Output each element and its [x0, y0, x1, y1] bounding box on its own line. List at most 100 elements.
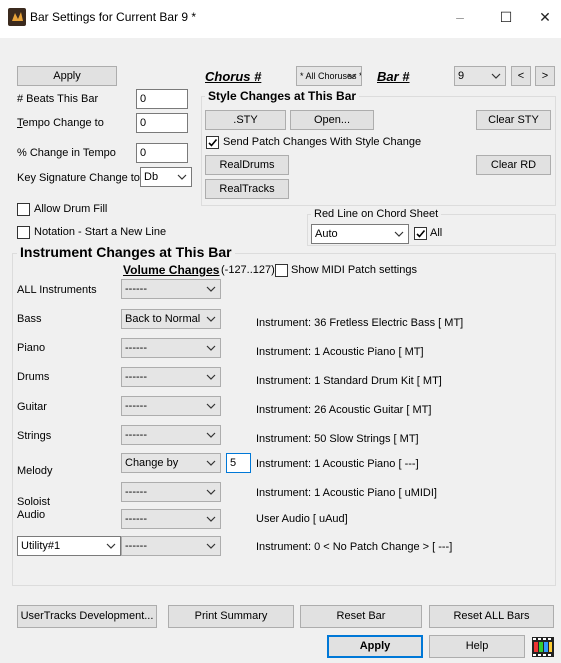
film-strip-icon[interactable]: [532, 637, 554, 657]
tempo-input[interactable]: 0: [136, 113, 188, 133]
chevron-down-icon: [206, 368, 216, 386]
key-signature-select[interactable]: Db: [140, 167, 192, 187]
allow-drum-fill-checkbox[interactable]: [17, 203, 30, 216]
tempo-label-text: empo Change to: [22, 117, 104, 129]
volume-value: ------: [125, 371, 147, 383]
beats-input[interactable]: 0: [136, 89, 188, 109]
realdrums-button[interactable]: RealDrums: [205, 155, 289, 175]
realtracks-button[interactable]: RealTracks: [205, 179, 289, 199]
chorus-label: Chorus #: [205, 69, 262, 84]
instrument-name: Melody: [17, 465, 53, 477]
chevron-down-icon: [394, 225, 404, 243]
chevron-down-icon: [106, 537, 116, 555]
instrument-info: Instrument: 0 < No Patch Change > [ ---]: [256, 541, 453, 553]
volume-select[interactable]: ------: [121, 482, 221, 502]
volume-select[interactable]: ------: [121, 338, 221, 358]
volume-value: ------: [125, 429, 147, 441]
volume-select[interactable]: Change by: [121, 453, 221, 473]
chevron-down-icon: [206, 280, 216, 298]
show-midi-checkbox[interactable]: [275, 264, 288, 277]
print-summary-button[interactable]: Print Summary: [168, 605, 294, 628]
utility-instrument-value: Utility#1: [21, 540, 61, 552]
instrument-changes-title: Instrument Changes at This Bar: [17, 244, 235, 260]
instrument-info: Instrument: 1 Acoustic Piano [ uMIDI]: [256, 487, 437, 499]
pct-tempo-input[interactable]: 0: [136, 143, 188, 163]
style-changes-title: Style Changes at This Bar: [205, 89, 360, 103]
volume-value: ------: [125, 486, 147, 498]
window-title: Bar Settings for Current Bar 9 *: [30, 10, 197, 24]
maximize-button[interactable]: ☐: [486, 4, 526, 32]
red-line-all-label: All: [430, 227, 443, 239]
notation-new-line-checkbox[interactable]: [17, 226, 30, 239]
help-button[interactable]: Help: [429, 635, 525, 658]
instrument-name: Piano: [17, 342, 46, 354]
minimize-button[interactable]: –: [440, 4, 480, 32]
volume-select[interactable]: Back to Normal: [121, 309, 221, 329]
prev-bar-button[interactable]: <: [511, 66, 531, 86]
key-signature-value: Db: [144, 171, 159, 183]
volume-select[interactable]: ------: [121, 509, 221, 529]
instrument-name: Strings: [17, 430, 52, 442]
instrument-info: User Audio [ uAud]: [256, 513, 348, 525]
apply-top-button[interactable]: Apply: [17, 66, 117, 86]
instrument-name: Drums: [17, 371, 50, 383]
instrument-info: Instrument: 26 Acoustic Guitar [ MT]: [256, 404, 432, 416]
volume-select[interactable]: ------: [121, 279, 221, 299]
allow-drum-fill-label: Allow Drum Fill: [34, 203, 108, 215]
usertracks-development-button[interactable]: UserTracks Development...: [17, 605, 157, 628]
beats-label: # Beats This Bar: [17, 93, 99, 105]
chevron-down-icon: [206, 426, 216, 444]
instrument-info: Instrument: 1 Standard Drum Kit [ MT]: [256, 375, 442, 387]
bar-select[interactable]: 9: [454, 66, 506, 86]
red-line-value: Auto: [315, 228, 338, 240]
bar-label: Bar #: [377, 69, 410, 84]
chorus-select[interactable]: * All Choruses *: [296, 66, 362, 86]
red-line-all-checkbox[interactable]: [414, 227, 427, 240]
change-amount-input[interactable]: 5: [226, 453, 251, 473]
chevron-down-icon: [206, 454, 216, 472]
utility-instrument-select[interactable]: Utility#1: [17, 536, 121, 556]
chevron-down-icon: [491, 67, 501, 85]
chevron-down-icon: [206, 310, 216, 328]
reset-all-bars-button[interactable]: Reset ALL Bars: [429, 605, 554, 628]
volume-select[interactable]: ------: [121, 425, 221, 445]
chevron-down-icon: [206, 537, 216, 555]
clear-sty-button[interactable]: Clear STY: [476, 110, 551, 130]
reset-bar-button[interactable]: Reset Bar: [300, 605, 422, 628]
instrument-name: Soloist: [17, 496, 51, 508]
app-logo-icon: [8, 8, 26, 26]
instrument-info: Instrument: 36 Fretless Electric Bass [ …: [256, 317, 464, 329]
chevron-down-icon: [347, 67, 357, 85]
apply-button[interactable]: Apply: [327, 635, 423, 658]
chevron-down-icon: [206, 397, 216, 415]
volume-select[interactable]: ------: [121, 396, 221, 416]
volume-range-label: (-127..127): [221, 264, 275, 276]
send-patch-checkbox[interactable]: [206, 136, 219, 149]
chevron-down-icon: [206, 339, 216, 357]
volume-value: ------: [125, 342, 147, 354]
instrument-info: Instrument: 50 Slow Strings [ MT]: [256, 433, 419, 445]
volume-select[interactable]: ------: [121, 367, 221, 387]
instrument-info: Instrument: 1 Acoustic Piano [ MT]: [256, 346, 424, 358]
volume-value: ------: [125, 540, 147, 552]
red-line-title: Red Line on Chord Sheet: [311, 208, 442, 220]
chevron-down-icon: [206, 483, 216, 501]
instrument-name: Guitar: [17, 401, 47, 413]
show-midi-label: Show MIDI Patch settings: [291, 264, 417, 276]
pct-tempo-label: % Change in Tempo: [17, 147, 116, 159]
volume-value: ------: [125, 283, 147, 295]
volume-value: ------: [125, 400, 147, 412]
volume-value: ------: [125, 513, 147, 525]
bar-value: 9: [458, 70, 465, 82]
volume-select[interactable]: ------: [121, 536, 221, 556]
volume-value: Back to Normal: [125, 313, 201, 325]
chevron-down-icon: [177, 168, 187, 186]
close-button[interactable]: ✕: [525, 4, 561, 32]
clear-rd-button[interactable]: Clear RD: [476, 155, 551, 175]
volume-value: Change by: [125, 457, 179, 469]
sty-button[interactable]: .STY: [205, 110, 286, 130]
next-bar-button[interactable]: >: [535, 66, 555, 86]
instrument-info: Instrument: 1 Acoustic Piano [ ---]: [256, 458, 419, 470]
open-style-button[interactable]: Open...: [290, 110, 374, 130]
red-line-select[interactable]: Auto: [311, 224, 409, 244]
